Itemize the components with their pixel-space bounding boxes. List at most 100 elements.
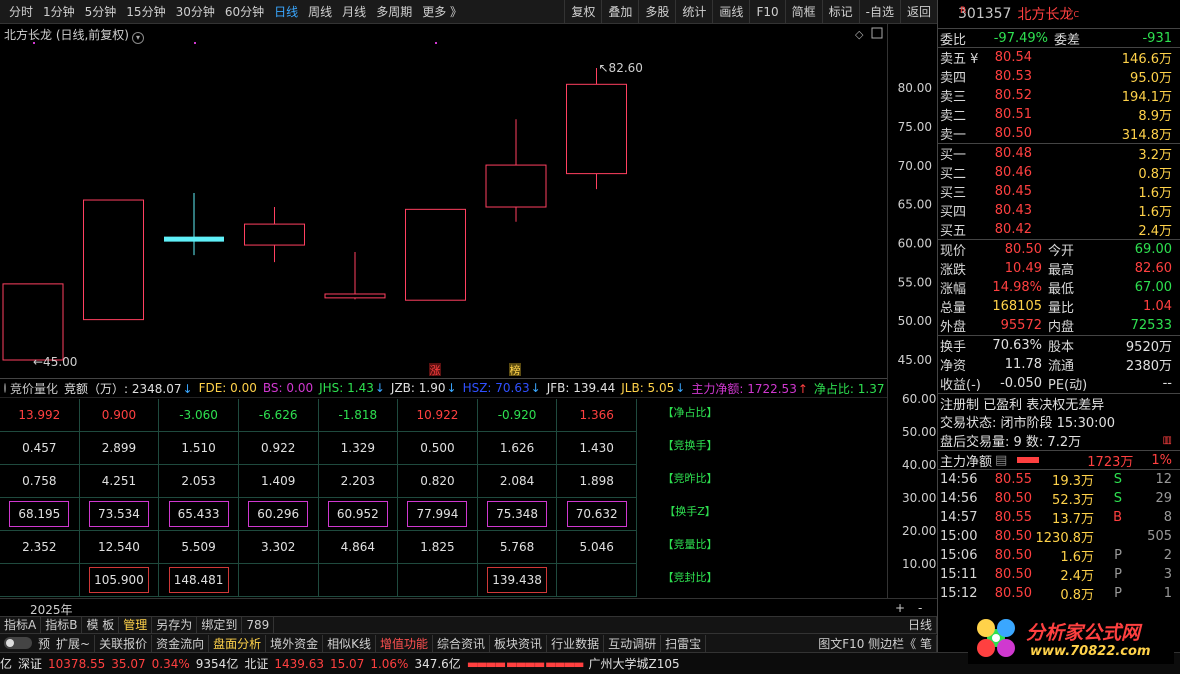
toolbar-button[interactable]: 多股	[638, 0, 675, 24]
indicator-cell: 4.251	[80, 465, 160, 498]
toggle-switch[interactable]	[4, 637, 32, 649]
period-tab[interactable]: 15分钟	[121, 3, 170, 20]
indicator-cell: 0.457	[0, 432, 80, 465]
indicator-row: 105.900 148.481 139.438	[0, 564, 637, 597]
stat-value: 69.00	[1134, 242, 1172, 257]
toggle-label[interactable]: 预	[36, 635, 52, 652]
function-tab[interactable]: 增值功能	[376, 634, 434, 652]
trade-status-text: 交易状态: 闭市阶段 15:30:00	[940, 416, 1116, 431]
tick-flag: P	[1114, 548, 1122, 563]
stat-label: 涨跌	[940, 263, 967, 278]
collapse-icon[interactable]	[4, 383, 6, 393]
arrow-icon: ↓	[182, 381, 193, 396]
indicator-name[interactable]: 竞价量化	[10, 380, 58, 397]
toolbar-button[interactable]: 画线	[712, 0, 749, 24]
indicator-cell: 1.329	[319, 432, 399, 465]
kline-svg: 80.00 75.00 70.00 65.00 60.00 55.00 50.00 45.00…	[2, 27, 932, 377]
toolbar-button[interactable]: 统计	[675, 0, 712, 24]
zoom-out-button[interactable]: -	[918, 601, 922, 615]
tick-row: 15:12 80.50 0.8万 P 1	[938, 584, 1180, 603]
function-tab[interactable]: 相似K线	[323, 634, 377, 652]
period-tab[interactable]: 分时	[4, 3, 38, 20]
indicator-tab[interactable]: 管理	[119, 617, 153, 633]
function-tab[interactable]: 行业数据	[547, 634, 605, 652]
marquee-text[interactable]: 广州大学城Z105	[589, 655, 680, 672]
indicator-value: 1.366	[579, 408, 614, 422]
market-breadth-icon: ▬▬▬▬ ▬▬▬▬ ▬▬▬▬	[466, 656, 585, 671]
menu-icon[interactable]: ▤	[995, 453, 1007, 468]
period-tab[interactable]: 更多 》	[417, 3, 467, 20]
indicator-value: 3.302	[261, 540, 296, 554]
stat-row: 现价 80.50 今开 69.00	[938, 240, 1180, 259]
period-tab[interactable]: 5分钟	[80, 3, 122, 20]
indicator-value: 12.540	[97, 540, 140, 554]
level-volume: 8.9万	[1138, 109, 1172, 124]
indicator-tabs: 指标A 指标B 模 板管理 另存为 绑定到 789 日线	[0, 616, 937, 633]
toolbar-button[interactable]: 返回	[899, 0, 937, 24]
indicator-tab[interactable]: 789	[242, 617, 275, 633]
tick-list[interactable]: 14:56 80.55 19.3万 S 12 14:56 80.50 52.3万 S 29 14:5…	[938, 469, 1180, 603]
function-tab[interactable]: 关联报价	[95, 634, 153, 652]
signal-marker: 榜	[510, 363, 521, 377]
function-tab[interactable]: 盘面分析	[209, 634, 267, 652]
tick-volume: 0.8万	[1060, 588, 1094, 603]
toolbar-button[interactable]: 标记	[821, 0, 859, 24]
indicator-value: 0.457	[22, 441, 57, 455]
period-tab[interactable]: 日线	[269, 3, 303, 20]
indicator-value: 60.952	[327, 501, 388, 527]
quote-title: R 301357 北方长龙 C	[938, 0, 1180, 28]
function-tab[interactable]: 板块资讯	[490, 634, 548, 652]
candle-body	[83, 199, 144, 321]
indicator-row: 0.758 4.251 2.053 1.409 2.203 0.820 2.084 1.898	[0, 465, 637, 498]
period-tab[interactable]: 1分钟	[38, 3, 80, 20]
stock-name[interactable]: 北方长龙	[1017, 4, 1073, 24]
indicator-tab[interactable]: 另存为	[152, 617, 198, 633]
signal-dot	[194, 42, 196, 44]
function-tab[interactable]: 互动调研	[604, 634, 662, 652]
indicator-value: 5.509	[181, 540, 216, 554]
period-list: 分时 1分钟 5分钟 15分钟 30分钟 60分钟 日线 周线 月线 多周期 更多 》	[0, 3, 467, 20]
period-tab[interactable]: 月线	[337, 3, 371, 20]
level-price: 80.43	[994, 203, 1032, 218]
bid-level: 买二 80.46 0.8万	[938, 163, 1180, 182]
indicator-cell: 1.409	[239, 465, 319, 498]
toolbar-button[interactable]: 叠加	[601, 0, 638, 24]
level-volume: 3.2万	[1138, 148, 1172, 163]
kline-chart[interactable]: 80.00 75.00 70.00 65.00 60.00 55.00 50.00 45.00…	[0, 24, 937, 378]
level-label: 买三	[940, 186, 967, 201]
indicator-tab[interactable]: 指标A	[0, 617, 42, 633]
toolbar-button[interactable]: -自选	[858, 0, 900, 24]
indicator-cell: -3.060	[159, 399, 239, 432]
indicator-value: 2.203	[340, 474, 375, 488]
toolbar-button[interactable]: F10	[749, 0, 784, 24]
function-tab[interactable]: 扩展~	[52, 634, 96, 652]
stat-row: 换手 70.63% 股本 9520万	[938, 336, 1180, 355]
period-tab[interactable]: 30分钟	[171, 3, 220, 20]
tick-row: 14:56 80.50 52.3万 S 29	[938, 489, 1180, 508]
function-tab[interactable]: 扫雷宝	[661, 634, 707, 652]
zoom-in-button[interactable]: +	[895, 601, 905, 615]
arrow-icon: ↓	[374, 381, 385, 395]
period-tab[interactable]: 周线	[303, 3, 337, 20]
period-tab[interactable]: 60分钟	[220, 3, 269, 20]
indicator-tab[interactable]: 指标B	[41, 617, 83, 633]
function-tab[interactable]: 境外资金	[266, 634, 324, 652]
indicator-cell: 75.348	[478, 498, 558, 531]
toolbar-button[interactable]: 复权	[564, 0, 601, 24]
calendar-icon[interactable]: ▥	[1163, 435, 1172, 446]
side-panel-links[interactable]: 图文F10 侧边栏《 笔	[814, 634, 937, 652]
indicator-cell: 105.900	[80, 564, 160, 597]
indicator-tab[interactable]: 模 板	[82, 617, 120, 633]
level-price: 80.48	[994, 146, 1032, 161]
indicator-cell	[557, 564, 637, 597]
indicator-cell: 5.509	[159, 531, 239, 564]
tick-row: 14:56 80.55 19.3万 S 12	[938, 470, 1180, 489]
function-tab[interactable]: 资金流向	[152, 634, 210, 652]
dropdown-icon[interactable]: ▾	[132, 32, 144, 44]
function-tab[interactable]: 综合资讯	[433, 634, 491, 652]
toolbar-button[interactable]: 简框	[784, 0, 822, 24]
period-tab-label[interactable]: 日线	[904, 617, 937, 633]
indicator-tab[interactable]: 绑定到	[197, 617, 243, 633]
period-tab[interactable]: 多周期	[371, 3, 417, 20]
indicator-value: 60.296	[248, 501, 309, 527]
